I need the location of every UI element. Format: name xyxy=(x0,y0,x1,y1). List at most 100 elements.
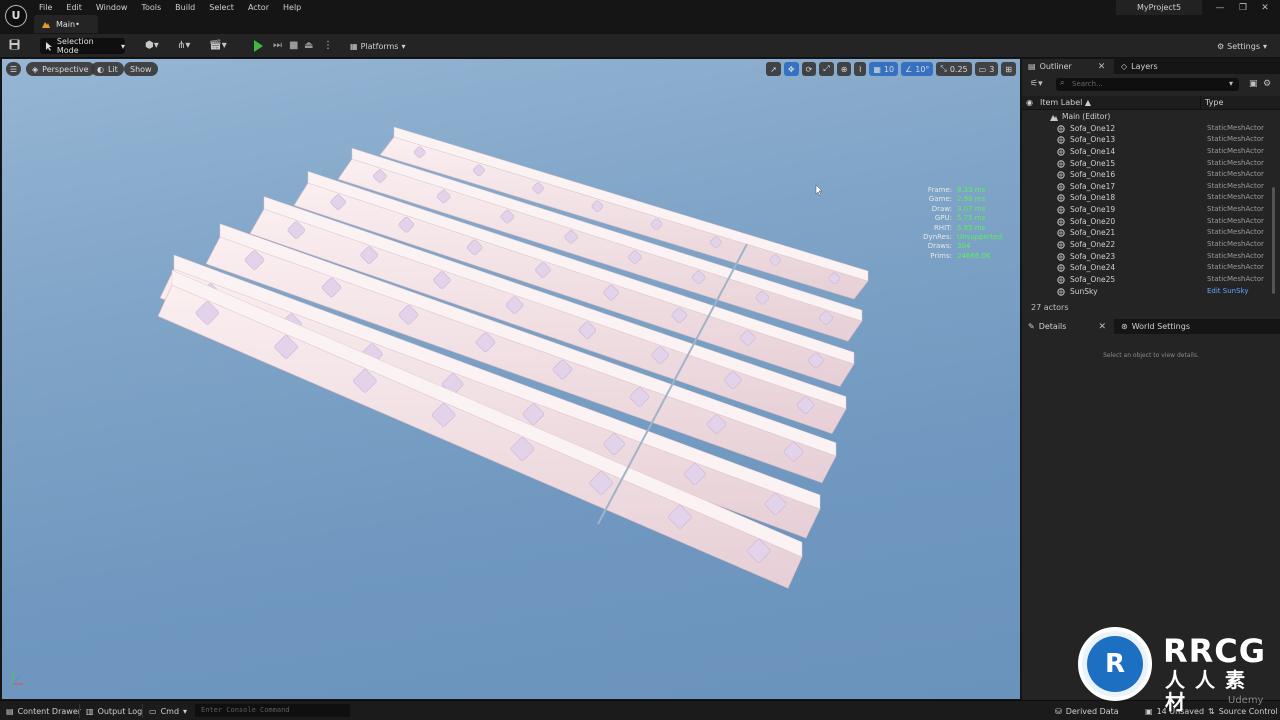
divider xyxy=(142,704,143,718)
world-space-icon[interactable]: ⊕ xyxy=(836,62,852,76)
rotate-tool-icon[interactable]: ⟳ xyxy=(801,62,817,76)
scale-snap-button[interactable]: ⤡ 0.25 xyxy=(936,62,972,76)
content-drawer-button[interactable]: ▤ Content Drawer xyxy=(6,705,81,717)
grid-snap-button[interactable]: ▦ 10 xyxy=(869,62,899,76)
stat-key: RHIT: xyxy=(933,223,952,232)
list-item-folder[interactable]: Main (Editor) xyxy=(1022,111,1272,123)
filter-icon[interactable]: ⚟▾ xyxy=(1030,79,1043,89)
eye-icon[interactable]: ◉ xyxy=(1026,98,1033,107)
level-viewport[interactable]: ☰ ◈ Perspective ◐ Lit Show ➚ ✥ ⟳ ⤢ ⊕ ⌇ ▦… xyxy=(2,59,1020,699)
list-item[interactable]: Sofa_One21 StaticMeshActor xyxy=(1022,227,1272,239)
derived-data-button[interactable]: ⛁ Derived Data xyxy=(1055,705,1119,717)
list-item[interactable]: Sofa_One22 StaticMeshActor xyxy=(1022,239,1272,251)
menu-edit[interactable]: Edit xyxy=(66,2,89,13)
surface-snap-icon[interactable]: ⌇ xyxy=(854,62,867,76)
chevron-down-icon[interactable]: ▾ xyxy=(1229,79,1233,88)
list-item[interactable]: Sofa_One16 StaticMeshActor xyxy=(1022,169,1272,181)
item-type: StaticMeshActor xyxy=(1207,135,1264,144)
details-icon: ✎ xyxy=(1028,322,1035,331)
scale-tool-icon[interactable]: ⤢ xyxy=(819,62,834,76)
cinematics-icon[interactable]: 🎬︎▾ xyxy=(209,39,227,53)
output-log-button[interactable]: ▥ Output Log xyxy=(86,705,142,717)
menu-build[interactable]: Build xyxy=(175,2,202,13)
list-item[interactable]: Sofa_One19 StaticMeshActor xyxy=(1022,204,1272,216)
step-icon[interactable]: ⏭︎ xyxy=(273,39,282,53)
outliner-scrollbar[interactable] xyxy=(1272,187,1275,294)
save-icon[interactable] xyxy=(9,39,20,53)
list-item[interactable]: Sofa_One20 StaticMeshActor xyxy=(1022,216,1272,228)
layout-icon[interactable]: ⊞ xyxy=(1001,62,1016,76)
static-mesh-icon xyxy=(1057,183,1065,191)
menu-tools[interactable]: Tools xyxy=(141,2,168,13)
item-type: StaticMeshActor xyxy=(1207,181,1264,190)
list-item[interactable]: SunSky Edit SunSky xyxy=(1022,286,1272,298)
list-item[interactable]: Sofa_One18 StaticMeshActor xyxy=(1022,192,1272,204)
blueprint-icon[interactable]: ⋔▾ xyxy=(177,39,190,53)
menu-file[interactable]: File xyxy=(39,2,59,13)
item-label: Sofa_One21 xyxy=(1070,228,1116,238)
layers-icon: ◇ xyxy=(1121,62,1128,71)
unreal-logo-icon[interactable]: U xyxy=(5,5,27,27)
list-item[interactable]: Sofa_One24 StaticMeshActor xyxy=(1022,262,1272,274)
globe-icon: ⊛ xyxy=(1121,322,1128,331)
level-tab[interactable]: Main• xyxy=(34,15,98,33)
menu-actor[interactable]: Actor xyxy=(248,2,276,13)
play-icon[interactable] xyxy=(254,40,263,52)
list-item[interactable]: Sofa_One15 StaticMeshActor xyxy=(1022,158,1272,170)
more-options-icon[interactable]: ⋮ xyxy=(323,39,333,53)
minimize-button[interactable]: — xyxy=(1213,2,1227,14)
platforms-label: Platforms xyxy=(360,41,399,51)
tab-details[interactable]: ✎ Details ✕ xyxy=(1022,319,1114,334)
menu-help[interactable]: Help xyxy=(283,2,308,13)
chevron-down-icon: ▾ xyxy=(183,706,188,716)
camera-speed-button[interactable]: ▭ 3 xyxy=(974,62,999,76)
static-mesh-icon xyxy=(1057,148,1065,156)
eject-icon[interactable]: ⏏︎ xyxy=(304,39,313,53)
terminal-icon: ▭ xyxy=(149,706,157,716)
close-icon[interactable]: ✕ xyxy=(1098,62,1106,72)
close-icon[interactable]: ✕ xyxy=(1098,322,1106,332)
menu-select[interactable]: Select xyxy=(209,2,241,13)
item-type[interactable]: Edit SunSky xyxy=(1207,286,1249,298)
settings-dropdown[interactable]: ⚙ Settings ▾ xyxy=(1217,39,1267,53)
add-actor-icon[interactable]: ⬢▾ xyxy=(145,39,159,53)
column-item-label[interactable]: Item Label ▲ xyxy=(1040,98,1091,107)
static-mesh-icon xyxy=(1057,124,1065,133)
list-item[interactable]: Sofa_One25 StaticMeshActor xyxy=(1022,274,1272,286)
maximize-button[interactable]: ❐ xyxy=(1236,2,1250,14)
show-button[interactable]: Show xyxy=(124,62,158,76)
static-mesh-icon xyxy=(1057,218,1065,226)
menu-window[interactable]: Window xyxy=(96,2,135,13)
perspective-button[interactable]: ◈ Perspective xyxy=(26,62,95,76)
selection-mode-dropdown[interactable]: Selection Mode ▾ xyxy=(40,37,125,55)
rotation-snap-button[interactable]: ∠ 10° xyxy=(901,62,934,76)
tab-world-settings[interactable]: ⊛ World Settings xyxy=(1115,319,1190,334)
close-window-button[interactable]: ✕ xyxy=(1258,2,1272,14)
list-item[interactable]: Sofa_One23 StaticMeshActor xyxy=(1022,251,1272,263)
list-item[interactable]: Sofa_One14 StaticMeshActor xyxy=(1022,146,1272,158)
select-tool-icon[interactable]: ➚ xyxy=(766,62,781,76)
lit-button[interactable]: ◐ Lit xyxy=(91,62,124,76)
chevron-down-icon: ▾ xyxy=(120,41,125,51)
list-item[interactable]: Sofa_One13 StaticMeshActor xyxy=(1022,134,1272,146)
stop-icon[interactable]: ■ xyxy=(289,39,298,53)
column-divider[interactable] xyxy=(1200,96,1201,110)
gear-icon[interactable]: ⚙ xyxy=(1263,79,1271,89)
drawer-icon: ▤ xyxy=(6,706,14,716)
search-input[interactable]: Search... xyxy=(1056,78,1239,91)
list-item[interactable]: Sofa_One12 StaticMeshActor xyxy=(1022,123,1272,135)
column-type[interactable]: Type xyxy=(1205,98,1223,107)
tab-outliner[interactable]: ▤ Outliner ✕ xyxy=(1022,59,1114,74)
folder-add-icon[interactable]: ▣ xyxy=(1249,79,1258,89)
list-item[interactable]: Sofa_One17 StaticMeshActor xyxy=(1022,181,1272,193)
stat-row: Draws: 304 xyxy=(920,242,1002,251)
platforms-dropdown[interactable]: ▦ Platforms ▾ xyxy=(350,39,405,53)
outliner-list: Main (Editor) Sofa_One12 StaticMeshActor S… xyxy=(1022,111,1272,297)
tab-layers[interactable]: ◇ Layers xyxy=(1115,59,1158,74)
console-command-input[interactable]: Enter Console Command xyxy=(195,704,350,717)
item-label: Sofa_One22 xyxy=(1070,240,1116,250)
viewport-menu-button[interactable]: ☰ xyxy=(6,62,21,76)
item-type: StaticMeshActor xyxy=(1207,170,1264,179)
translate-tool-icon[interactable]: ✥ xyxy=(783,62,799,76)
cmd-dropdown[interactable]: ▭ Cmd ▾ xyxy=(149,705,187,717)
